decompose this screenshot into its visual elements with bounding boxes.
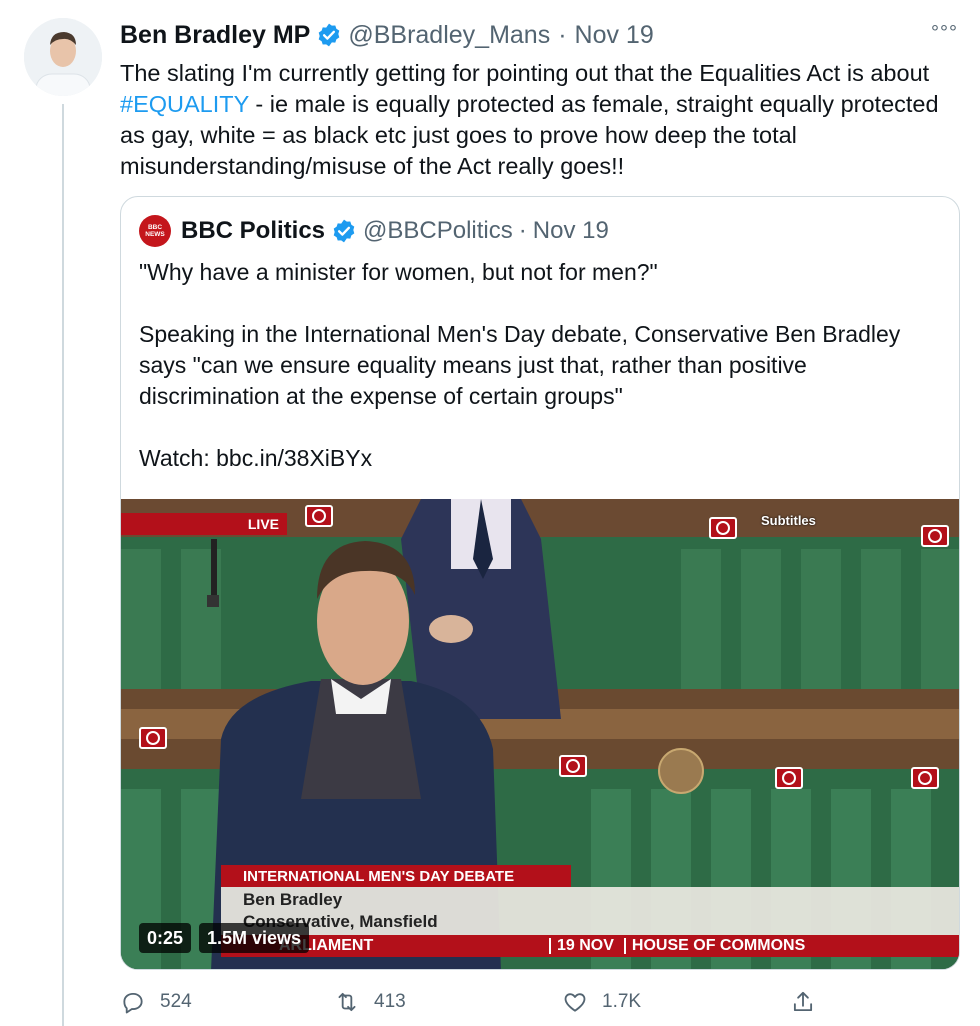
no-entry-sign-icon xyxy=(559,755,587,777)
lower-third-name: Ben Bradley Conservative, Mansfield xyxy=(221,887,959,937)
retweet-count: 413 xyxy=(374,991,406,1012)
share-button[interactable] xyxy=(790,986,830,1018)
thread-line xyxy=(62,104,64,1026)
quoted-link[interactable]: Watch: bbc.in/38XiBYx xyxy=(139,443,939,474)
retweet-button[interactable]: 413 xyxy=(334,986,406,1018)
like-count: 1.7K xyxy=(602,991,642,1012)
quoted-line1: "Why have a minister for women, but not … xyxy=(139,259,658,285)
hashtag-link[interactable]: #EQUALITY xyxy=(120,91,249,117)
like-icon xyxy=(564,993,586,1012)
avatar-photo xyxy=(24,18,102,96)
no-entry-sign-icon xyxy=(921,525,949,547)
reply-icon xyxy=(123,992,143,1014)
tweet-text-before: The slating I'm currently getting for po… xyxy=(120,60,930,86)
no-entry-sign-icon xyxy=(775,767,803,789)
subtitles-label: Subtitles xyxy=(761,513,816,528)
speaker-name: Ben Bradley xyxy=(243,890,343,909)
quoted-handle[interactable]: @BBCPolitics xyxy=(363,217,513,245)
strip-divider xyxy=(623,938,626,954)
quoted-author-name[interactable]: BBC Politics xyxy=(181,217,325,245)
separator-dot: · xyxy=(518,217,527,244)
tweet-date[interactable]: Nov 19 xyxy=(575,21,654,50)
avatar[interactable] xyxy=(24,18,102,96)
quoted-date[interactable]: Nov 19 xyxy=(533,217,609,245)
no-entry-sign-icon xyxy=(911,767,939,789)
tweet[interactable]: Ben Bradley MP @BBradley_Mans · Nov 19 °… xyxy=(120,18,960,182)
no-entry-sign-icon xyxy=(139,727,167,749)
like-button[interactable]: 1.7K xyxy=(562,986,641,1018)
separator-dot: · xyxy=(558,20,567,49)
strip-date: 19 NOV xyxy=(557,937,614,954)
logo-line2: NEWS xyxy=(145,231,165,238)
video-views: 1.5M views xyxy=(199,923,310,953)
tweet-text: The slating I'm currently getting for po… xyxy=(120,58,960,182)
quoted-text: "Why have a minister for women, but not … xyxy=(139,257,939,474)
tweet-header: Ben Bradley MP @BBradley_Mans · Nov 19 xyxy=(120,18,960,52)
video-player[interactable]: LIVE Subtitles INTERNATIONAL MEN'S DAY D… xyxy=(121,499,959,969)
reply-button[interactable]: 524 xyxy=(120,986,192,1018)
bbc-logo-icon: BBC NEWS xyxy=(139,215,171,247)
reply-count: 524 xyxy=(160,991,192,1012)
author-handle[interactable]: @BBradley_Mans xyxy=(348,21,550,50)
live-label: LIVE xyxy=(121,513,287,535)
quoted-tweet[interactable]: BBC NEWS BBC Politics @BBCPolitics · Nov… xyxy=(120,196,960,970)
share-icon xyxy=(793,991,813,1012)
logo-line1: BBC xyxy=(147,224,163,231)
no-entry-sign-icon xyxy=(305,505,333,527)
author-name[interactable]: Ben Bradley MP xyxy=(120,21,310,50)
more-icon[interactable]: °°° xyxy=(931,22,958,45)
lower-third-banner: INTERNATIONAL MEN'S DAY DEBATE xyxy=(221,865,571,887)
no-entry-sign-icon xyxy=(709,517,737,539)
quoted-line2: Speaking in the International Men's Day … xyxy=(139,321,901,409)
video-duration: 0:25 xyxy=(139,923,192,953)
retweet-icon xyxy=(338,992,356,1012)
verified-icon xyxy=(333,219,355,243)
quoted-header: BBC NEWS BBC Politics @BBCPolitics · Nov… xyxy=(139,215,609,247)
strip-divider xyxy=(549,938,551,954)
action-bar: 524 413 1.7K xyxy=(120,986,960,1018)
speaker-role: Conservative, Mansfield xyxy=(243,912,438,931)
lower-third-strip: ARLIAMENT 19 NOV HOUSE OF COMMONS xyxy=(221,935,959,957)
verified-icon xyxy=(319,23,340,47)
strip-place: HOUSE OF COMMONS xyxy=(631,937,806,954)
